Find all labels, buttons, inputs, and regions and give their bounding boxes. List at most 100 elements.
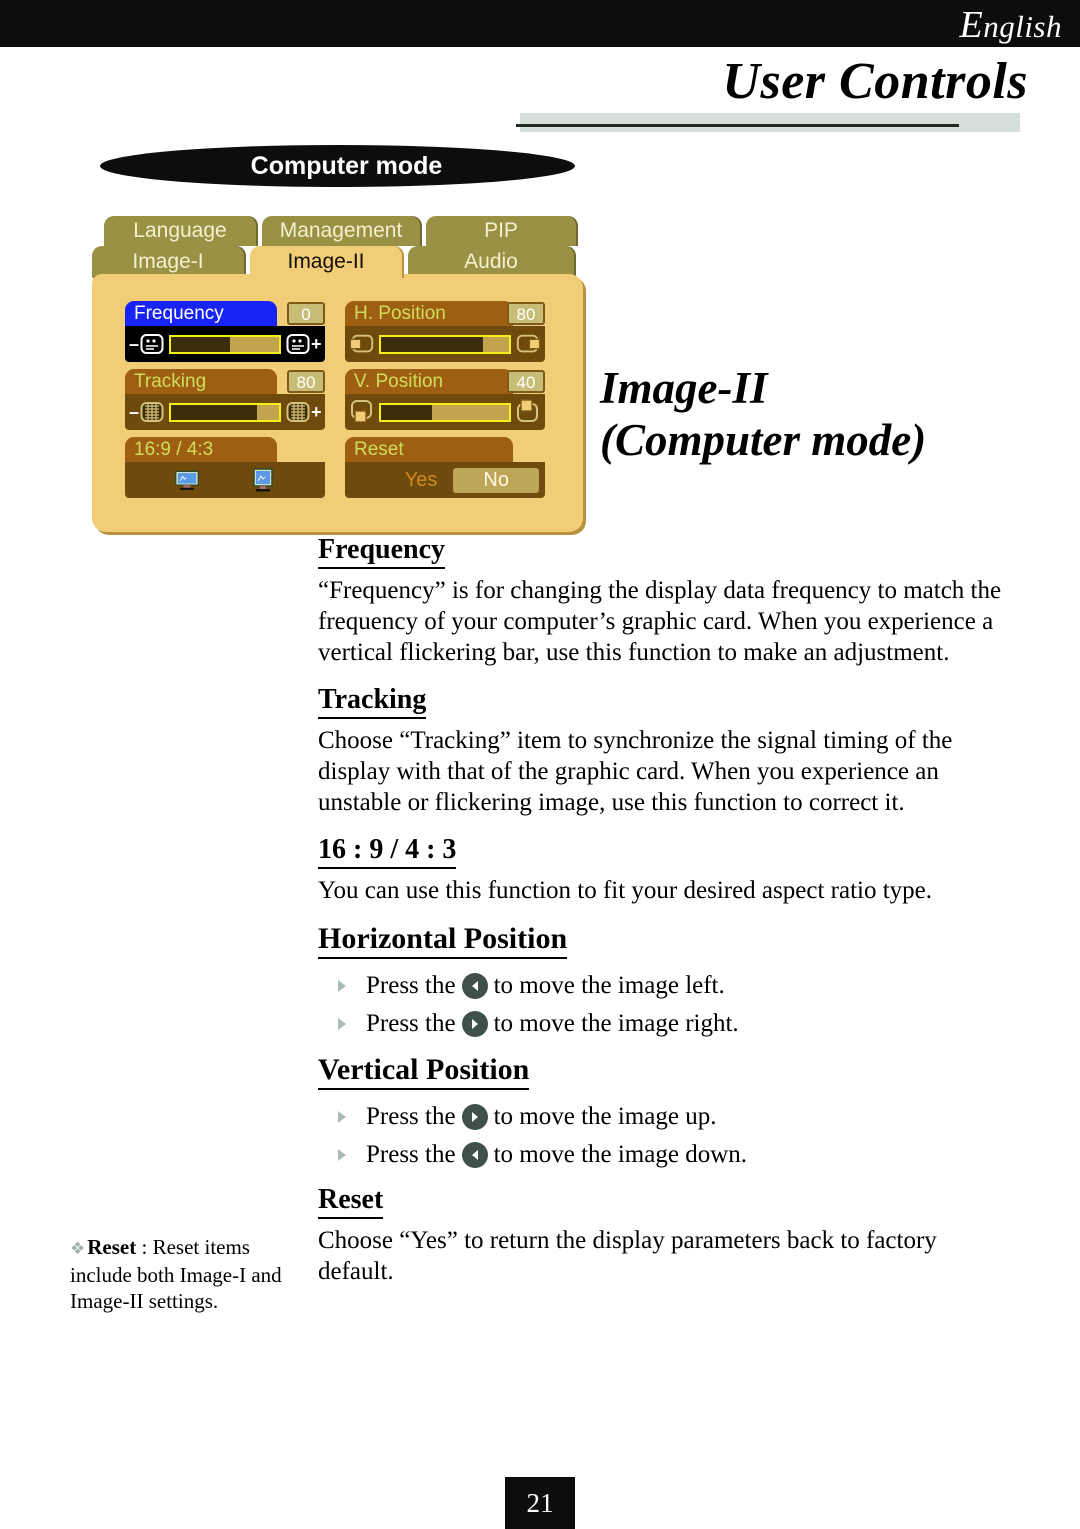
page-title: User Controls bbox=[722, 53, 1028, 110]
tab-management-label: Management bbox=[279, 219, 403, 242]
section-heading-frequency: Frequency bbox=[318, 534, 446, 569]
tracking-icon-plus bbox=[285, 400, 311, 424]
osd-row-frequency-value: 0 bbox=[287, 302, 325, 325]
osd-section-title-line2: (Computer mode) bbox=[600, 415, 927, 465]
osd-row-aspect-ratio-label: 16:9 / 4:3 bbox=[125, 437, 277, 462]
osd-row-tracking-control[interactable]: – + bbox=[125, 394, 325, 430]
osd-tab-row: Language Management PIP Image-I Image-II… bbox=[92, 216, 588, 278]
osd-row-frequency[interactable]: Frequency 0 – + bbox=[125, 301, 325, 364]
triangle-bullet-icon bbox=[336, 1015, 352, 1033]
bullet-item: Press the to move the image up. bbox=[318, 1098, 1008, 1136]
v-position-down-icon bbox=[349, 400, 375, 424]
osd-row-h-position-control[interactable] bbox=[345, 326, 545, 362]
top-black-bar bbox=[0, 0, 1080, 47]
heading-rule bbox=[516, 124, 959, 127]
section-pill: Computer mode bbox=[100, 145, 575, 187]
section-body-tracking: Choose “Tracking” item to synchronize th… bbox=[318, 727, 953, 816]
h-position-slider[interactable] bbox=[379, 334, 511, 354]
arrow-right-icon[interactable] bbox=[461, 1011, 488, 1037]
tracking-icon bbox=[139, 400, 165, 424]
bullet-text-pre: Press the bbox=[366, 1103, 456, 1130]
plus-sign: + bbox=[311, 333, 322, 354]
osd-panel-body: Frequency 0 – + Tracking 80 – + 16:9 / 4… bbox=[92, 274, 583, 532]
tab-image-ii-label: Image-II bbox=[287, 250, 365, 273]
section-aspect-ratio: 16 : 9 / 4 : 3 You can use this function… bbox=[318, 834, 1008, 906]
arrow-right-icon[interactable] bbox=[461, 1104, 488, 1130]
section-horizontal-position: Horizontal Position Press the to move th… bbox=[318, 922, 1008, 1043]
arrow-left-icon[interactable] bbox=[461, 1142, 488, 1168]
osd-row-frequency-label: Frequency bbox=[125, 301, 277, 326]
frequency-icon bbox=[139, 332, 165, 356]
tab-language[interactable]: Language bbox=[104, 216, 256, 246]
osd-row-tracking-value: 80 bbox=[287, 370, 325, 393]
footnote-diamond-icon: ❖ bbox=[70, 1239, 86, 1258]
tab-audio-label: Audio bbox=[464, 250, 518, 273]
h-position-slider-fill bbox=[381, 336, 484, 352]
reset-yes-option[interactable]: Yes bbox=[399, 469, 444, 492]
osd-row-reset[interactable]: Reset Yes No bbox=[345, 437, 545, 500]
osd-row-tracking-label: Tracking bbox=[125, 369, 277, 394]
osd-row-h-position[interactable]: H. Position 80 bbox=[345, 301, 545, 364]
osd-menu: Language Management PIP Image-I Image-II… bbox=[92, 216, 588, 534]
section-heading-aspect-ratio: 16 : 9 / 4 : 3 bbox=[318, 834, 457, 869]
osd-row-reset-control[interactable]: Yes No bbox=[345, 462, 545, 498]
plus-sign: + bbox=[311, 401, 322, 422]
bullet-list-vertical-position: Press the to move the image up. Press th… bbox=[318, 1098, 1008, 1174]
osd-row-tracking[interactable]: Tracking 80 – + bbox=[125, 369, 325, 432]
section-vertical-position: Vertical Position Press the to move the … bbox=[318, 1053, 1008, 1174]
osd-row-h-position-label: H. Position bbox=[345, 301, 513, 326]
tab-pip[interactable]: PIP bbox=[426, 216, 576, 246]
monitor-square-icon[interactable] bbox=[250, 468, 276, 492]
osd-row-reset-label: Reset bbox=[345, 437, 513, 462]
osd-row-h-position-value: 80 bbox=[507, 302, 545, 325]
footnote: ❖Reset : Reset items include both Image-… bbox=[70, 1234, 300, 1314]
v-position-up-icon bbox=[515, 399, 541, 424]
language-label: English bbox=[959, 3, 1062, 47]
osd-row-aspect-ratio[interactable]: 16:9 / 4:3 bbox=[125, 437, 325, 500]
section-pill-label: Computer mode bbox=[250, 151, 443, 180]
section-tracking: Tracking Choose “Tracking” item to synch… bbox=[318, 684, 1008, 818]
reset-no-option[interactable]: No bbox=[453, 467, 539, 493]
osd-row-v-position-label: V. Position bbox=[345, 369, 513, 394]
frequency-slider-fill bbox=[171, 336, 231, 352]
osd-row-aspect-ratio-control[interactable] bbox=[125, 462, 325, 498]
frequency-slider[interactable] bbox=[169, 334, 281, 354]
osd-row-frequency-control[interactable]: – + bbox=[125, 326, 325, 362]
tab-image-ii[interactable]: Image-II bbox=[250, 246, 402, 278]
heading-band bbox=[520, 113, 1020, 132]
section-heading-horizontal-position: Horizontal Position bbox=[318, 922, 568, 959]
arrow-left-icon[interactable] bbox=[461, 973, 488, 999]
minus-sign: – bbox=[129, 401, 140, 422]
monitor-wide-icon[interactable] bbox=[174, 468, 200, 492]
osd-row-v-position-control[interactable] bbox=[345, 394, 545, 430]
tab-language-label: Language bbox=[133, 219, 227, 242]
bullet-text-pre: Press the bbox=[366, 1010, 456, 1037]
section-frequency: Frequency “Frequency” is for changing th… bbox=[318, 534, 1008, 668]
triangle-bullet-icon bbox=[336, 1108, 352, 1126]
osd-section-title: Image-II (Computer mode) bbox=[600, 362, 1040, 466]
bullet-text-post: to move the image down. bbox=[493, 1141, 747, 1168]
footnote-label: Reset bbox=[87, 1235, 137, 1259]
frequency-icon-plus bbox=[285, 332, 311, 356]
tracking-slider[interactable] bbox=[169, 402, 281, 422]
triangle-bullet-icon bbox=[336, 977, 352, 995]
h-position-left-icon bbox=[349, 332, 375, 356]
language-label-rest: nglish bbox=[983, 9, 1062, 44]
bullet-list-horizontal-position: Press the to move the image left. Press … bbox=[318, 967, 1008, 1043]
tab-pip-label: PIP bbox=[484, 219, 518, 242]
section-body-frequency: “Frequency” is for changing the display … bbox=[318, 577, 1002, 666]
triangle-bullet-icon bbox=[336, 1146, 352, 1164]
minus-sign: – bbox=[129, 333, 140, 354]
bullet-text-pre: Press the bbox=[366, 972, 456, 999]
section-reset: Reset Choose “Yes” to return the display… bbox=[318, 1184, 1008, 1287]
content-column: Frequency “Frequency” is for changing th… bbox=[318, 534, 1008, 1303]
v-position-slider-fill bbox=[381, 404, 433, 420]
h-position-right-icon bbox=[515, 332, 541, 356]
osd-row-v-position[interactable]: V. Position 40 bbox=[345, 369, 545, 432]
bullet-text-post: to move the image right. bbox=[493, 1010, 739, 1037]
section-heading-vertical-position: Vertical Position bbox=[318, 1053, 530, 1090]
v-position-slider[interactable] bbox=[379, 402, 511, 422]
section-body-aspect-ratio: You can use this function to fit your de… bbox=[318, 877, 933, 904]
osd-section-title-line1: Image-II bbox=[600, 363, 768, 413]
tab-management[interactable]: Management bbox=[262, 216, 420, 246]
